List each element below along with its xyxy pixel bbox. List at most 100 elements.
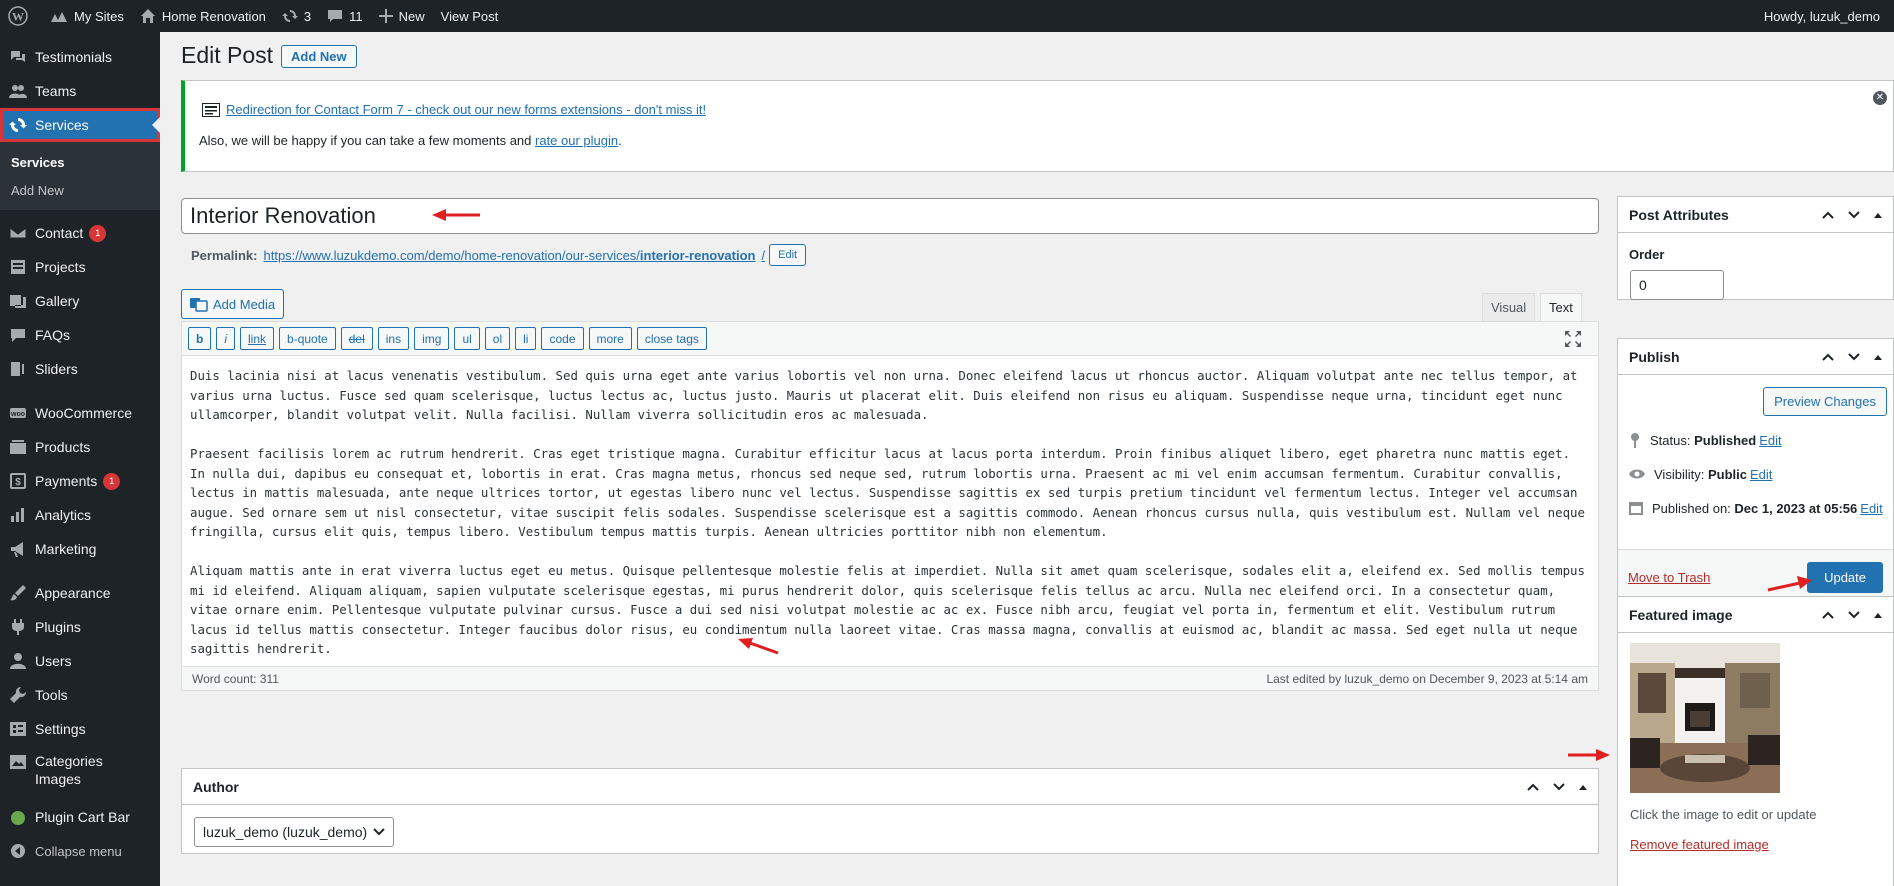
annotation-arrow-featured: [1566, 748, 1610, 765]
edit-permalink-button[interactable]: Edit: [769, 244, 807, 266]
chevron-down-icon: [373, 828, 385, 836]
menu-products[interactable]: Products: [0, 430, 160, 464]
toggle-panel-icon[interactable]: [1873, 353, 1883, 361]
updates-icon: [281, 10, 298, 22]
edit-date-link[interactable]: Edit: [1860, 501, 1882, 516]
menu-payments[interactable]: $ Payments 1: [0, 464, 160, 498]
menu-analytics[interactable]: Analytics: [0, 498, 160, 532]
menu-plugin-cart-bar[interactable]: Plugin Cart Bar: [0, 800, 160, 834]
qt-li-button[interactable]: li: [515, 327, 537, 350]
testimonial-icon: [8, 47, 28, 67]
menu-contact[interactable]: Contact 1: [0, 216, 160, 250]
menu-label: Collapse menu: [35, 843, 122, 859]
qt-blockquote-button[interactable]: b-quote: [279, 327, 336, 350]
status-label: Status:: [1650, 432, 1691, 448]
move-up-icon[interactable]: [1821, 610, 1835, 620]
annotation-arrow-title: [432, 208, 482, 225]
featured-image-thumbnail[interactable]: [1630, 643, 1780, 793]
menu-sliders[interactable]: Sliders: [0, 352, 160, 386]
menu-label: Categories Images: [35, 753, 103, 787]
notice-text-end: .: [618, 133, 622, 148]
qt-code-button[interactable]: code: [541, 327, 584, 350]
update-button[interactable]: Update: [1807, 562, 1883, 593]
site-name-menu[interactable]: Home Renovation: [132, 0, 274, 32]
menu-categories-images[interactable]: Categories Images: [0, 746, 160, 794]
megaphone-icon: [8, 539, 28, 559]
qt-more-button[interactable]: more: [588, 327, 632, 350]
visibility-label: Visibility:: [1654, 466, 1705, 482]
qt-link-button[interactable]: link: [240, 327, 275, 350]
qt-bold-button[interactable]: b: [188, 327, 212, 350]
move-down-icon[interactable]: [1552, 782, 1566, 792]
edit-visibility-link[interactable]: Edit: [1750, 467, 1772, 482]
menu-woocommerce[interactable]: woo WooCommerce: [0, 396, 160, 430]
preview-changes-button[interactable]: Preview Changes: [1763, 387, 1887, 416]
post-title-input[interactable]: Interior Renovation: [181, 198, 1599, 234]
toggle-panel-icon[interactable]: [1578, 783, 1588, 791]
qt-close-tags-button[interactable]: close tags: [636, 327, 707, 350]
svg-text:W: W: [12, 10, 24, 24]
submenu-services[interactable]: Services: [0, 148, 160, 176]
add-media-button[interactable]: Add Media: [181, 289, 285, 319]
menu-marketing[interactable]: Marketing: [0, 532, 160, 566]
move-up-icon[interactable]: [1821, 210, 1835, 220]
wordpress-logo-icon[interactable]: W: [0, 0, 42, 32]
qt-italic-button[interactable]: i: [216, 327, 236, 350]
author-select[interactable]: luzuk_demo (luzuk_demo): [194, 817, 394, 847]
move-to-trash-link[interactable]: Move to Trash: [1628, 570, 1710, 585]
tab-visual[interactable]: Visual: [1482, 293, 1536, 321]
qt-img-button[interactable]: img: [414, 327, 450, 350]
notice-link[interactable]: Redirection for Contact Form 7 - check o…: [226, 102, 706, 117]
new-content-menu[interactable]: New: [371, 0, 433, 32]
menu-gallery[interactable]: Gallery: [0, 284, 160, 318]
remove-featured-image-link[interactable]: Remove featured image: [1630, 837, 1893, 852]
content-textarea[interactable]: Duis lacinia nisi at lacus venenatis ves…: [182, 356, 1598, 688]
collapse-menu-button[interactable]: Collapse menu: [0, 834, 160, 868]
move-down-icon[interactable]: [1847, 210, 1861, 220]
submenu-add-new[interactable]: Add New: [0, 176, 160, 204]
menu-testimonials[interactable]: Testimonials: [0, 40, 160, 74]
toggle-panel-icon[interactable]: [1873, 211, 1883, 219]
user-account-menu[interactable]: Howdy, luzuk_demo: [1756, 0, 1894, 32]
menu-services[interactable]: Services: [0, 108, 160, 142]
menu-appearance[interactable]: Appearance: [0, 576, 160, 610]
menu-faqs[interactable]: FAQs: [0, 318, 160, 352]
menu-label: Contact: [35, 225, 84, 241]
menu-projects[interactable]: Projects: [0, 250, 160, 284]
add-new-button[interactable]: Add New: [281, 45, 357, 68]
fullscreen-icon[interactable]: [1564, 330, 1582, 351]
qt-ins-button[interactable]: ins: [377, 327, 410, 350]
qt-ul-button[interactable]: ul: [454, 327, 480, 350]
updates-menu[interactable]: 3: [274, 0, 319, 32]
toggle-panel-icon[interactable]: [1873, 611, 1883, 619]
menu-users[interactable]: Users: [0, 644, 160, 678]
order-value: 0: [1639, 277, 1647, 293]
svg-text:woo: woo: [10, 411, 25, 418]
menu-tools[interactable]: Tools: [0, 678, 160, 712]
howdy-label: Howdy, luzuk_demo: [1763, 8, 1880, 24]
move-up-icon[interactable]: [1526, 782, 1540, 792]
menu-plugins[interactable]: Plugins: [0, 610, 160, 644]
move-down-icon[interactable]: [1847, 352, 1861, 362]
edit-status-link[interactable]: Edit: [1759, 433, 1781, 448]
qt-ol-button[interactable]: ol: [484, 327, 511, 350]
qt-del-button[interactable]: del: [340, 327, 373, 350]
menu-teams[interactable]: Teams: [0, 74, 160, 108]
dismiss-notice-icon[interactable]: ✕: [1873, 91, 1887, 105]
form-icon: [202, 102, 220, 117]
comments-count: 11: [349, 8, 363, 24]
notice-text: Also, we will be happy if you can take a…: [199, 133, 536, 148]
tab-text[interactable]: Text: [1540, 293, 1582, 321]
view-post-link[interactable]: View Post: [433, 0, 507, 32]
products-icon: [8, 437, 28, 457]
permalink-link[interactable]: https://www.luzukdemo.com/demo/home-reno…: [263, 248, 765, 263]
move-down-icon[interactable]: [1847, 610, 1861, 620]
order-input[interactable]: 0: [1630, 270, 1724, 300]
admin-bar: W My Sites Home Renovation 3 11 New View…: [0, 0, 1894, 32]
rate-plugin-link[interactable]: rate our plugin: [535, 133, 618, 148]
comments-menu[interactable]: 11: [319, 0, 371, 32]
my-sites-menu[interactable]: My Sites: [42, 0, 132, 32]
teams-icon: [8, 81, 28, 101]
menu-settings[interactable]: Settings: [0, 712, 160, 746]
move-up-icon[interactable]: [1821, 352, 1835, 362]
